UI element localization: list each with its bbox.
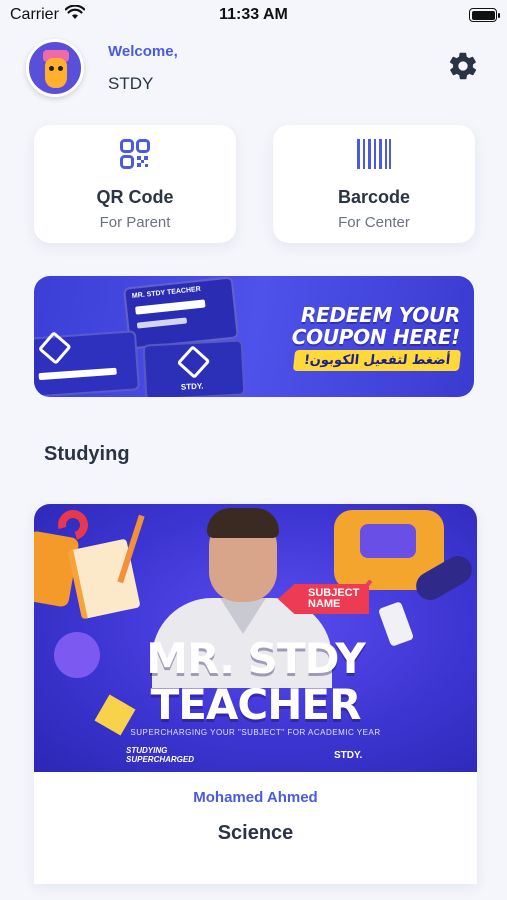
course-subject: Science	[217, 822, 294, 844]
banner-mock-card	[34, 330, 140, 397]
barcode-card[interactable]: Barcode For Center	[273, 125, 475, 243]
battery-icon	[469, 8, 500, 22]
redeem-headline-line1: REDEEM YOUR	[301, 303, 460, 327]
course-image: SUBJECT NAME MR. STDY TEACHER SUPERCHARG…	[34, 504, 477, 772]
subject-name-tag: SUBJECT NAME	[278, 584, 370, 614]
status-left: Carrier	[10, 4, 86, 25]
stdy-logo-icon	[176, 345, 211, 379]
avatar[interactable]	[26, 39, 84, 97]
qr-code-icon	[120, 137, 150, 171]
studying-supercharged-logo: STUDYING SUPERCHARGED	[126, 746, 194, 764]
course-headline: MR. STDY TEACHER	[34, 636, 477, 728]
wifi-icon	[64, 4, 86, 25]
stdy-logo-icon	[37, 330, 72, 365]
qr-code-subtitle: For Parent	[99, 214, 171, 231]
brand-left-line1: STUDYING	[126, 746, 168, 755]
redeem-coupon-banner[interactable]: MR. STDY TEACHER STDY. REDEEM YOUR COUPO…	[34, 276, 474, 397]
gear-icon	[447, 50, 479, 87]
arabic-coupon-label: أضغط لتفعيل الكوبون!	[292, 350, 462, 371]
barcode-title: Barcode	[337, 187, 411, 207]
redeem-headline-line2: COUPON HERE!	[291, 325, 461, 349]
course-headline-line2: TEACHER	[150, 680, 362, 729]
banner-mock-field	[38, 367, 117, 381]
barcode-subtitle: For Center	[338, 214, 410, 231]
stdy-brand-logo: STDY.	[334, 750, 363, 761]
banner-mock-field	[136, 317, 188, 329]
banner-mock-header: MR. STDY TEACHER	[131, 285, 202, 301]
course-tagline: SUPERCHARGING YOUR "SUBJECT" FOR ACADEMI…	[130, 728, 381, 737]
avatar-eye-left	[49, 66, 54, 71]
avatar-eye-right	[58, 66, 63, 71]
redeem-headline: REDEEM YOUR COUPON HERE!	[291, 303, 461, 349]
banner-mock-card: STDY.	[142, 339, 246, 397]
teacher-hair	[207, 508, 279, 538]
battery-fill	[471, 10, 495, 20]
status-bar: Carrier 11:33 AM	[0, 0, 507, 30]
welcome-block: Welcome, STDY	[108, 43, 178, 94]
banner-mock-brand: STDY.	[180, 381, 204, 392]
barcode-icon	[357, 137, 391, 171]
header: Welcome, STDY	[26, 38, 481, 98]
course-headline-line1: MR. STDY	[146, 634, 366, 683]
qr-code-title: QR Code	[96, 187, 174, 207]
qr-code-card[interactable]: QR Code For Parent	[34, 125, 236, 243]
course-card[interactable]: SUBJECT NAME MR. STDY TEACHER SUPERCHARG…	[34, 504, 477, 884]
subject-tag-line2: NAME	[308, 598, 341, 610]
carrier-label: Carrier	[10, 6, 59, 23]
section-title: Studying	[44, 443, 130, 465]
avatar-face	[45, 58, 67, 88]
username: STDY	[108, 73, 154, 93]
teacher-name: Mohamed Ahmed	[193, 789, 318, 806]
banner-mock-card: MR. STDY TEACHER	[123, 276, 239, 350]
welcome-label: Welcome,	[108, 42, 178, 60]
settings-button[interactable]	[445, 50, 481, 86]
backpack-pocket-decoration	[360, 524, 416, 558]
brand-left-line2: SUPERCHARGED	[126, 755, 195, 764]
